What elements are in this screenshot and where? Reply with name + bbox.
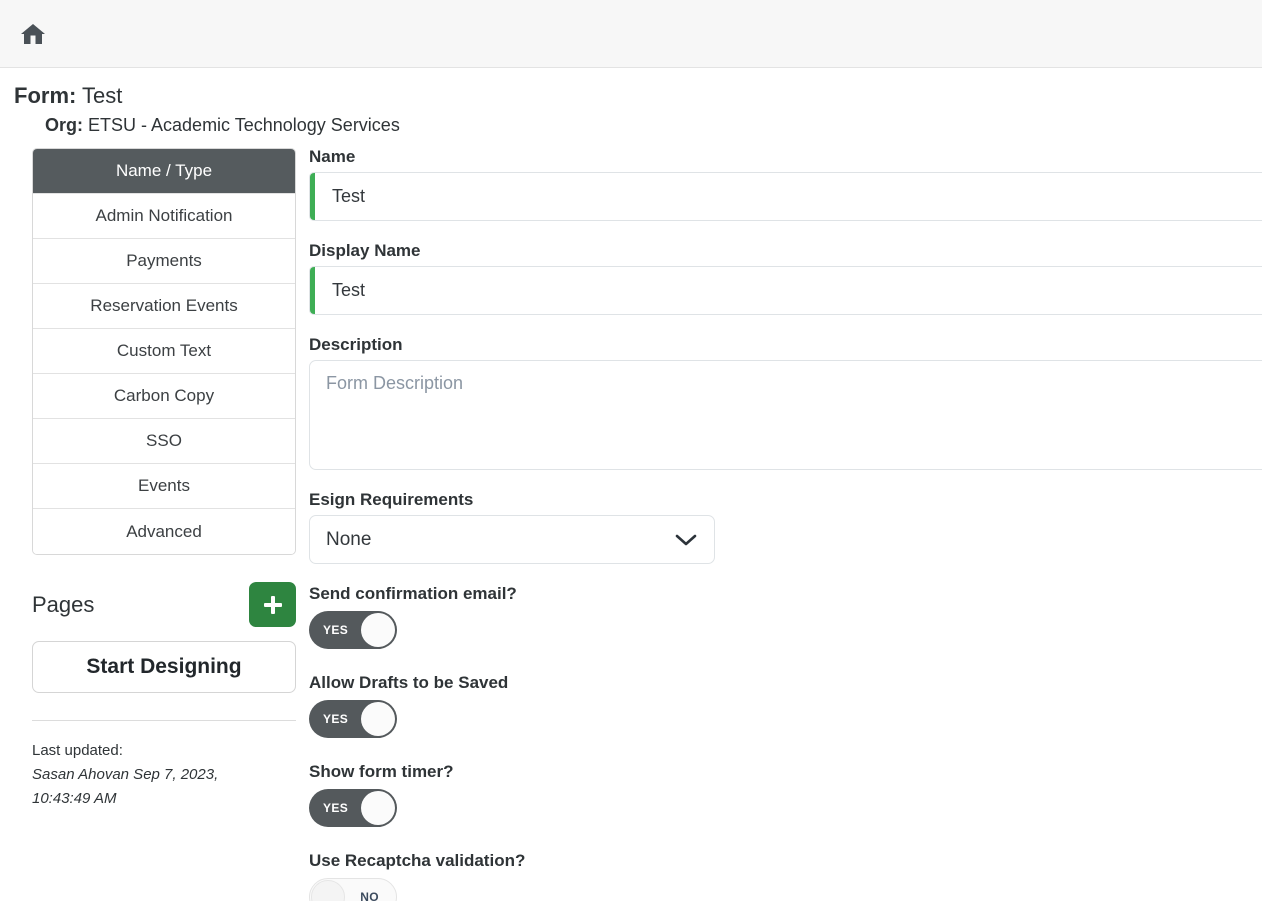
show-form-timer-block: Show form timer? YES [309,762,1262,827]
top-navigation-bar [0,0,1262,68]
name-field-group: Name Test [309,147,1262,221]
form-name: Test [82,83,122,108]
pages-title: Pages [32,592,94,618]
name-input[interactable]: Test [309,172,1262,221]
toggle-state-text: NO [360,890,379,901]
name-label: Name [309,147,1262,167]
toggle-knob [361,791,395,825]
description-label: Description [309,335,1262,355]
org-line: Org: ETSU - Academic Technology Services [14,113,1262,137]
last-updated-value: Sasan Ahovan Sep 7, 2023, 10:43:49 AM [32,763,247,811]
tab-reservation-events[interactable]: Reservation Events [33,284,295,329]
tab-payments[interactable]: Payments [33,239,295,284]
last-updated-label: Last updated: [32,739,296,763]
use-recaptcha-toggle[interactable]: NO [309,878,397,901]
send-confirmation-email-block: Send confirmation email? YES [309,584,1262,649]
send-confirmation-email-label: Send confirmation email? [309,584,1262,604]
settings-panel: Name Test Display Name Test Description … [300,137,1262,901]
send-confirmation-email-toggle[interactable]: YES [309,611,397,649]
tab-name-type[interactable]: Name / Type [33,149,295,194]
esign-selected-value: None [326,529,371,551]
tab-sso[interactable]: SSO [33,419,295,464]
form-editor-page: Form: Test Org: ETSU - Academic Technolo… [0,0,1262,901]
page-title-block: Form: Test Org: ETSU - Academic Technolo… [0,68,1262,137]
show-form-timer-toggle[interactable]: YES [309,789,397,827]
display-name-input[interactable]: Test [309,266,1262,315]
allow-drafts-block: Allow Drafts to be Saved YES [309,673,1262,738]
toggle-settings-group: Send confirmation email? YES Allow Draft… [309,584,1262,901]
use-recaptcha-block: Use Recaptcha validation? NO [309,851,1262,901]
toggle-knob [361,702,395,736]
plus-icon [264,596,282,614]
allow-drafts-label: Allow Drafts to be Saved [309,673,1262,693]
home-icon [20,22,46,46]
tab-custom-text[interactable]: Custom Text [33,329,295,374]
tab-carbon-copy[interactable]: Carbon Copy [33,374,295,419]
display-name-field-group: Display Name Test [309,241,1262,315]
page-title: Form: Test [14,82,1262,110]
settings-tab-list: Name / Type Admin Notification Payments … [32,148,296,555]
tab-admin-notification[interactable]: Admin Notification [33,194,295,239]
use-recaptcha-label: Use Recaptcha validation? [309,851,1262,871]
toggle-state-text: YES [323,712,348,726]
tab-advanced[interactable]: Advanced [33,509,295,554]
allow-drafts-toggle[interactable]: YES [309,700,397,738]
start-designing-button[interactable]: Start Designing [32,641,296,693]
esign-select[interactable]: None [309,515,715,564]
sidebar: Name / Type Admin Notification Payments … [0,137,300,811]
toggle-state-text: YES [323,623,348,637]
toggle-knob [361,613,395,647]
esign-label: Esign Requirements [309,490,1262,510]
sidebar-divider [32,720,296,721]
esign-field-group: Esign Requirements None [309,490,1262,564]
description-textarea[interactable]: Form Description [309,360,1262,470]
display-name-label: Display Name [309,241,1262,261]
pages-section-header: Pages [32,582,296,627]
home-button[interactable] [16,17,50,51]
show-form-timer-label: Show form timer? [309,762,1262,782]
description-field-group: Description Form Description [309,335,1262,470]
form-label: Form: [14,83,76,108]
toggle-state-text: YES [323,801,348,815]
org-name: ETSU - Academic Technology Services [88,115,400,135]
add-page-button[interactable] [249,582,296,627]
chevron-down-icon [675,533,697,547]
tab-events[interactable]: Events [33,464,295,509]
org-label: Org: [45,115,83,135]
toggle-knob [311,880,345,901]
